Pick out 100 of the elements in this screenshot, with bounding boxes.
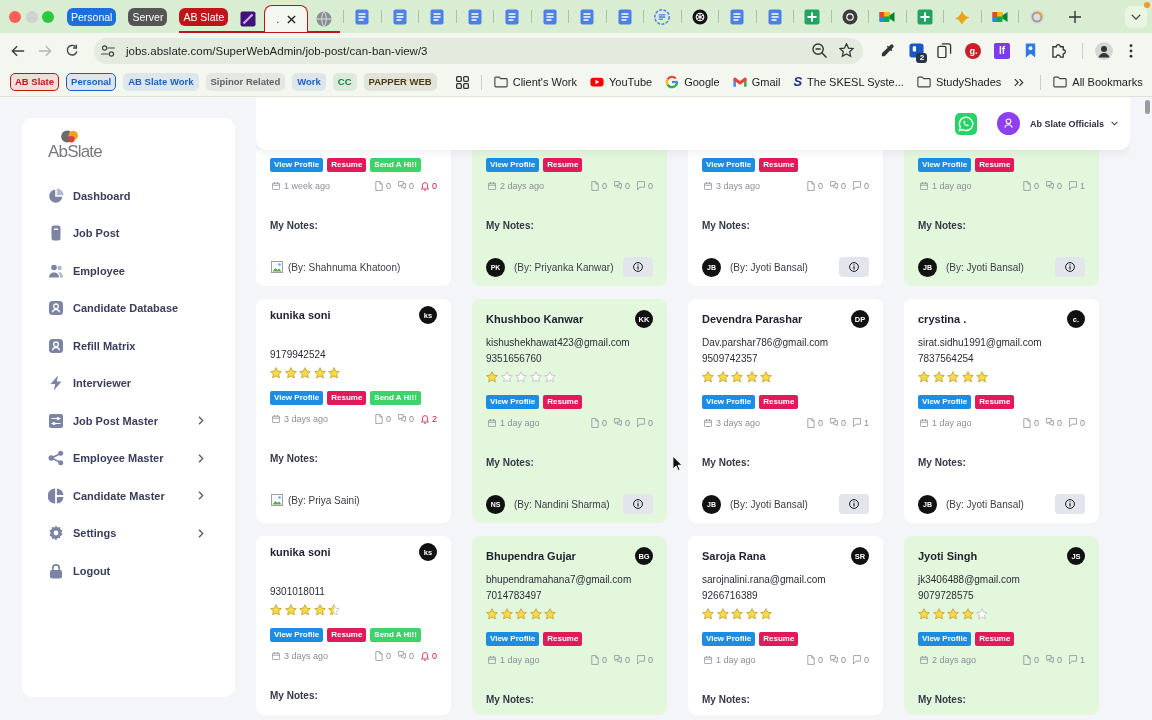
info-button[interactable] — [1055, 257, 1085, 277]
view-profile-button[interactable]: View Profile — [918, 158, 972, 172]
document-icon — [729, 8, 745, 25]
bookmark-group[interactable]: Sipinor Related — [205, 73, 286, 91]
app-square-icon[interactable] — [908, 43, 924, 58]
count-text: 0 — [1056, 418, 1062, 428]
star-icon — [745, 608, 758, 620]
bookmark[interactable]: Google — [665, 75, 720, 89]
bookmark-group[interactable]: CC — [332, 73, 357, 91]
sidebar-item[interactable]: Job Post — [22, 214, 235, 252]
resume-button[interactable]: Resume — [327, 628, 367, 642]
zoom-out-icon[interactable] — [812, 43, 827, 58]
resume-button[interactable]: Resume — [327, 158, 367, 172]
info-button[interactable] — [839, 494, 869, 514]
sidebar-item[interactable]: Refill Matrix — [22, 327, 235, 365]
resume-button[interactable]: Resume — [327, 391, 367, 405]
address-bar[interactable]: jobs.abslate.com/SuperWebAdmin/job-post/can-ban-view/3 — [94, 37, 863, 64]
notification-dot-icon — [1144, 1, 1150, 8]
eyedropper-icon[interactable] — [879, 43, 895, 58]
reload-icon[interactable] — [65, 43, 79, 58]
candidate-phone: 9301018011 — [270, 585, 326, 599]
folder-icon — [493, 75, 508, 89]
resume-button[interactable]: Resume — [759, 395, 799, 409]
info-button[interactable] — [623, 257, 653, 277]
time-ago: 3 days ago — [716, 181, 761, 191]
view-profile-button[interactable]: View Profile — [486, 395, 540, 409]
sidebar-item[interactable]: Settings — [22, 514, 235, 552]
bookmark-group[interactable]: AB Slate — [10, 73, 60, 91]
double-chevron-icon[interactable] — [1014, 77, 1025, 87]
sidebar-item[interactable]: Employee Master — [22, 439, 235, 477]
view-profile-button[interactable]: View Profile — [702, 395, 756, 409]
view-profile-button[interactable]: View Profile — [270, 628, 324, 642]
candidate-name: Saroja Rana — [702, 550, 766, 562]
resume-button[interactable]: Resume — [975, 395, 1015, 409]
resume-button[interactable]: Resume — [543, 632, 583, 646]
resume-button[interactable]: Resume — [543, 158, 583, 172]
info-button[interactable] — [623, 494, 653, 514]
menu-icon[interactable] — [1128, 43, 1133, 58]
resume-button[interactable]: Resume — [759, 158, 799, 172]
sidebar-item[interactable]: Interviewer — [22, 364, 235, 402]
bookmark[interactable]: YouTube — [589, 75, 653, 89]
bookmark-group[interactable]: Personal — [66, 73, 117, 91]
new-tab-icon[interactable] — [1068, 10, 1081, 23]
chat-bubbles-icon — [613, 181, 622, 191]
view-profile-button[interactable]: View Profile — [270, 158, 324, 172]
bookmark[interactable]: Client's Work — [493, 75, 577, 89]
sidebar-item[interactable]: Dashboard — [22, 177, 235, 215]
bookmark[interactable]: S The SKESL Syste... — [793, 75, 904, 89]
view-profile-button[interactable]: View Profile — [918, 632, 972, 646]
tab-group-label[interactable]: Server — [128, 7, 168, 26]
view-profile-button[interactable]: View Profile — [918, 395, 972, 409]
apps-grid-icon[interactable] — [455, 75, 469, 89]
sidebar-item[interactable]: Candidate Database — [22, 289, 235, 327]
tab-group-label[interactable]: AB Slate — [179, 7, 229, 26]
view-profile-button[interactable]: View Profile — [270, 391, 324, 405]
copy-icon[interactable] — [937, 43, 953, 58]
tab-group-label[interactable]: Personal — [67, 7, 117, 26]
candidate-email: kishushekhawat423@gmail.com — [486, 336, 631, 350]
bookmark-group[interactable]: Work — [292, 73, 326, 91]
back-icon[interactable] — [11, 43, 25, 58]
extensions-icon[interactable] — [1051, 43, 1067, 58]
view-profile-button[interactable]: View Profile — [486, 158, 540, 172]
sidebar-item[interactable]: Logout — [22, 552, 235, 590]
close-icon[interactable] — [287, 14, 297, 24]
profile-avatar-icon[interactable] — [1094, 41, 1113, 60]
sidebar-item[interactable]: Job Post Master — [22, 402, 235, 440]
account-menu[interactable]: Ab Slate Officials — [1029, 118, 1118, 129]
user-avatar-icon[interactable] — [996, 112, 1020, 135]
view-profile-button[interactable]: View Profile — [702, 632, 756, 646]
bookmark[interactable]: All Bookmarks — [1053, 75, 1143, 89]
bookmark-star-icon[interactable] — [839, 43, 854, 58]
count-text: 0 — [817, 655, 823, 665]
candidate-name: Devendra Parashar — [702, 313, 803, 325]
sidebar-item[interactable]: Candidate Master — [22, 477, 235, 515]
chevron-right-icon — [198, 416, 204, 426]
view-profile-button[interactable]: View Profile — [486, 632, 540, 646]
resume-button[interactable]: Resume — [759, 632, 799, 646]
browser-tab[interactable]: . — [264, 5, 309, 32]
sidebar-item[interactable]: Employee — [22, 252, 235, 290]
time-ago: 3 days ago — [284, 414, 329, 424]
letter-logo[interactable]: g. — [965, 42, 982, 59]
star-icon — [932, 371, 945, 383]
resume-button[interactable]: Resume — [975, 158, 1015, 172]
bookmark[interactable]: StudyShades — [916, 75, 1002, 89]
settings-icon — [48, 525, 64, 542]
pie-segments-icon — [48, 487, 64, 504]
candidate-phone: 9266716389 — [702, 589, 759, 603]
count-text: 0 — [817, 418, 823, 428]
bookmark-group[interactable]: AB Slate Work — [123, 73, 199, 91]
scrollbar-thumb[interactable] — [1145, 100, 1150, 114]
bookmark-group[interactable]: PAPPER WEB — [363, 73, 437, 91]
tune-icon[interactable] — [101, 44, 115, 57]
info-button[interactable] — [839, 257, 869, 277]
letter-logo[interactable]: lf — [994, 42, 1011, 59]
resume-button[interactable]: Resume — [975, 632, 1015, 646]
view-profile-button[interactable]: View Profile — [702, 158, 756, 172]
bookmark[interactable]: Gmail — [732, 75, 781, 89]
info-button[interactable] — [1055, 494, 1085, 514]
resume-button[interactable]: Resume — [543, 395, 583, 409]
count-badge: 2 — [916, 52, 928, 63]
